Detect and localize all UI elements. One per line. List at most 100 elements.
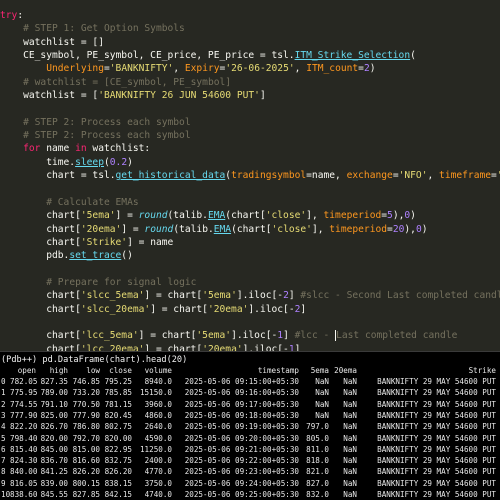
code-line: chart['slcc_20ema'] = chart['20ema'].ilo… xyxy=(0,303,500,316)
cell-open: 840.00 xyxy=(10,467,38,477)
table-row: 7 824.30 836.70 816.60 832.75 2400.0 2025-05-0… xyxy=(0,455,500,466)
code-token: name xyxy=(40,143,76,155)
cell-5ema: NaN xyxy=(315,410,329,420)
table-row: 5 798.40 820.00 792.70 820.00 4590.0 2025-05-0… xyxy=(0,433,500,444)
code-token: ) xyxy=(421,223,428,235)
cell-close: 820.45 xyxy=(104,410,132,420)
code-editor[interactable]: try: # STEP 1: Get Option Symbols watchl… xyxy=(0,0,500,351)
cell-low: 815.00 xyxy=(72,444,100,454)
col-header-timestamp: timestamp xyxy=(257,366,299,375)
code-line: # watchlist = [CE_symbol, PE_symbol] xyxy=(0,76,500,89)
code-token: Underlying xyxy=(46,63,104,75)
cell-strike: BANKNIFTY 29 MAY 54600 PUT xyxy=(377,478,496,488)
cell-strike: BANKNIFTY 29 MAY 54600 PUT xyxy=(377,444,496,454)
code-token: set_trace xyxy=(69,250,122,262)
cell-close: 820.00 xyxy=(104,433,132,443)
cell-20ema: NaN xyxy=(343,399,357,409)
code-token: tradingsymbol xyxy=(231,170,307,182)
table-row: 8 840.00 841.25 826.20 826.20 4770.0 2025-05-0… xyxy=(0,466,500,477)
code-token: pdb. xyxy=(0,250,70,262)
code-token: ] xyxy=(288,290,301,302)
code-token: 'lcc_20ema' xyxy=(80,343,145,351)
code-token: 0.2 xyxy=(109,156,128,168)
cell-20ema: NaN xyxy=(343,444,357,454)
table-row: 2 774.55 791.10 770.50 781.15 3960.0 2025-05-0… xyxy=(0,399,500,410)
cell-strike: BANKNIFTY 29 MAY 54600 PUT xyxy=(377,456,496,466)
cell-volume: 2400.0 xyxy=(144,456,172,466)
code-token: # STEP 1: Get Option Symbols xyxy=(23,23,185,35)
code-token: Last completed candle xyxy=(336,330,458,342)
code-token: ITM_Strike_Selection xyxy=(294,50,411,62)
cell-20ema: NaN xyxy=(343,478,357,488)
code-line: # STEP 2: Process each symbol xyxy=(0,129,500,142)
code-token: ], xyxy=(306,210,324,222)
col-header-low: low xyxy=(86,366,100,375)
code-token: ] = xyxy=(115,210,139,222)
cell-strike: BANKNIFTY 29 MAY 54600 PUT xyxy=(377,399,496,409)
code-token: round xyxy=(138,210,168,222)
code-token: (chart[ xyxy=(225,210,266,222)
cell-low: 816.60 xyxy=(72,456,100,466)
row-index: 0 xyxy=(1,377,6,386)
row-index: 7 xyxy=(1,456,6,466)
code-token: 'NFO' xyxy=(398,170,428,182)
cell-strike: BANKNIFTY 29 MAY 54600 PUT xyxy=(377,490,496,499)
cell-5ema: 797.0 xyxy=(306,422,329,432)
cell-low: 770.50 xyxy=(72,399,100,409)
cell-open: 798.40 xyxy=(10,433,38,443)
cell-volume: 4860.0 xyxy=(144,410,172,420)
code-token: # Calculate EMAs xyxy=(46,196,139,208)
code-token: '5ema' xyxy=(202,290,237,302)
cell-volume: 11250.0 xyxy=(139,444,172,454)
col-header-20ema: 20ema xyxy=(334,366,357,375)
cell-high: 845.00 xyxy=(40,444,68,454)
cell-5ema: 832.0 xyxy=(306,490,329,499)
cell-timestamp: 2025-05-06 09:18:00+05:30 xyxy=(184,410,299,420)
cell-high: 836.70 xyxy=(40,456,68,466)
code-token: ].iloc[- xyxy=(248,303,295,315)
cell-high: 841.25 xyxy=(40,467,68,477)
code-line: Underlying='BANKNIFTY', Expiry='26-06-20… xyxy=(0,62,500,75)
code-line: CE_symbol, PE_symbol, CE_price, PE_price… xyxy=(0,49,500,62)
code-line: # Calculate EMAs xyxy=(0,196,500,209)
code-token: 'close' xyxy=(265,210,307,222)
cell-strike: BANKNIFTY 29 MAY 54600 PUT xyxy=(377,467,496,477)
cell-volume: 3960.0 xyxy=(144,399,172,409)
cell-high: 820.00 xyxy=(40,433,68,443)
code-token: watchlist = [ xyxy=(0,90,99,102)
dataframe-header: open high low close volume timestamp 5em… xyxy=(0,365,500,376)
table-row: 1 775.95 789.00 733.20 785.85 15150.0 2025-05-… xyxy=(0,387,500,398)
cell-5ema: 827.0 xyxy=(306,478,329,488)
code-token: #lcc - xyxy=(294,330,336,342)
cell-close: 838.15 xyxy=(104,478,132,488)
cell-close: 781.15 xyxy=(104,399,132,409)
row-index: 5 xyxy=(1,433,6,443)
row-index: 8 xyxy=(1,467,6,477)
code-token: timeperiod xyxy=(329,223,388,235)
code-token: chart[ xyxy=(0,210,81,222)
code-token: ), xyxy=(404,223,416,235)
code-token: ].iloc[- xyxy=(231,330,278,342)
cell-20ema: NaN xyxy=(343,410,357,420)
debug-terminal[interactable]: (Pdb++) pd.DataFrame(chart).head(20) ope… xyxy=(0,351,500,500)
code-token: # watchlist = [CE_symbol, PE_symbol] xyxy=(23,76,232,88)
code-token: ] = chart[ xyxy=(144,343,203,351)
table-row: 0 782.05 827.35 746.85 795.25 8940.0 2025-05-0… xyxy=(0,376,500,387)
cell-timestamp: 2025-05-06 09:19:00+05:30 xyxy=(184,422,299,432)
cell-20ema: NaN xyxy=(343,388,357,398)
code-token: , xyxy=(427,170,440,182)
code-token: (chart[ xyxy=(231,223,272,235)
cell-20ema: NaN xyxy=(343,467,357,477)
row-index: 10 xyxy=(1,490,11,499)
cell-timestamp: 2025-05-06 09:21:00+05:30 xyxy=(184,444,299,454)
row-index: 9 xyxy=(1,478,6,488)
code-line: chart['lcc_20ema'] = chart['20ema'].iloc… xyxy=(0,343,500,351)
code-token: () xyxy=(121,250,133,262)
code-token: ] = chart[ xyxy=(138,330,197,342)
code-token: get_historical_data xyxy=(115,170,226,182)
code-token: round xyxy=(144,223,174,235)
code-line: pdb.set_trace() xyxy=(0,249,500,262)
cell-open: 816.05 xyxy=(10,478,38,488)
cell-close: 842.15 xyxy=(104,490,132,499)
